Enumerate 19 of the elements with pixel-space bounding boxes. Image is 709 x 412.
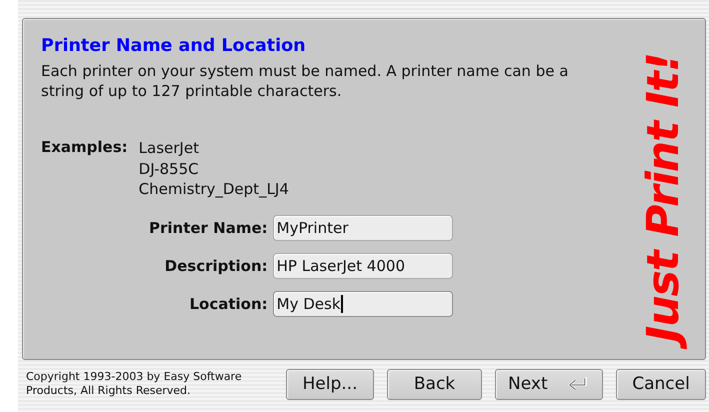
field-label: Printer Name: — [149, 218, 268, 236]
input-field[interactable]: HP LaserJet 4000 — [272, 252, 453, 278]
input-field[interactable]: MyPrinter — [272, 214, 453, 240]
wizard-button[interactable]: Cancel — [616, 368, 706, 400]
field-label: Location: — [188, 294, 268, 312]
wizard-button[interactable]: Help... — [286, 368, 374, 400]
copyright-text: Copyright 1993-2003 by Easy Software Products, All Rights Reserved. — [26, 370, 243, 398]
field-label: Description: — [164, 256, 268, 274]
page-title: Printer Name and Location — [41, 36, 307, 56]
example-name: DJ-855C — [138, 158, 200, 179]
examples-label: Examples: — [41, 138, 128, 158]
text-caret — [340, 294, 343, 312]
wizard-button[interactable]: Back — [387, 368, 482, 400]
example-name: Chemistry_Dept_LJ4 — [138, 179, 289, 200]
logo-text: Just Print It! — [635, 44, 693, 350]
intro-text: Each printer on your system must be named. A printer name can be a string of up to 127 printable characters. — [41, 61, 570, 101]
example-name: LaserJet — [138, 138, 200, 158]
input-field[interactable]: My Desk — [272, 290, 453, 316]
wizard-button[interactable]: Next — [495, 368, 603, 400]
